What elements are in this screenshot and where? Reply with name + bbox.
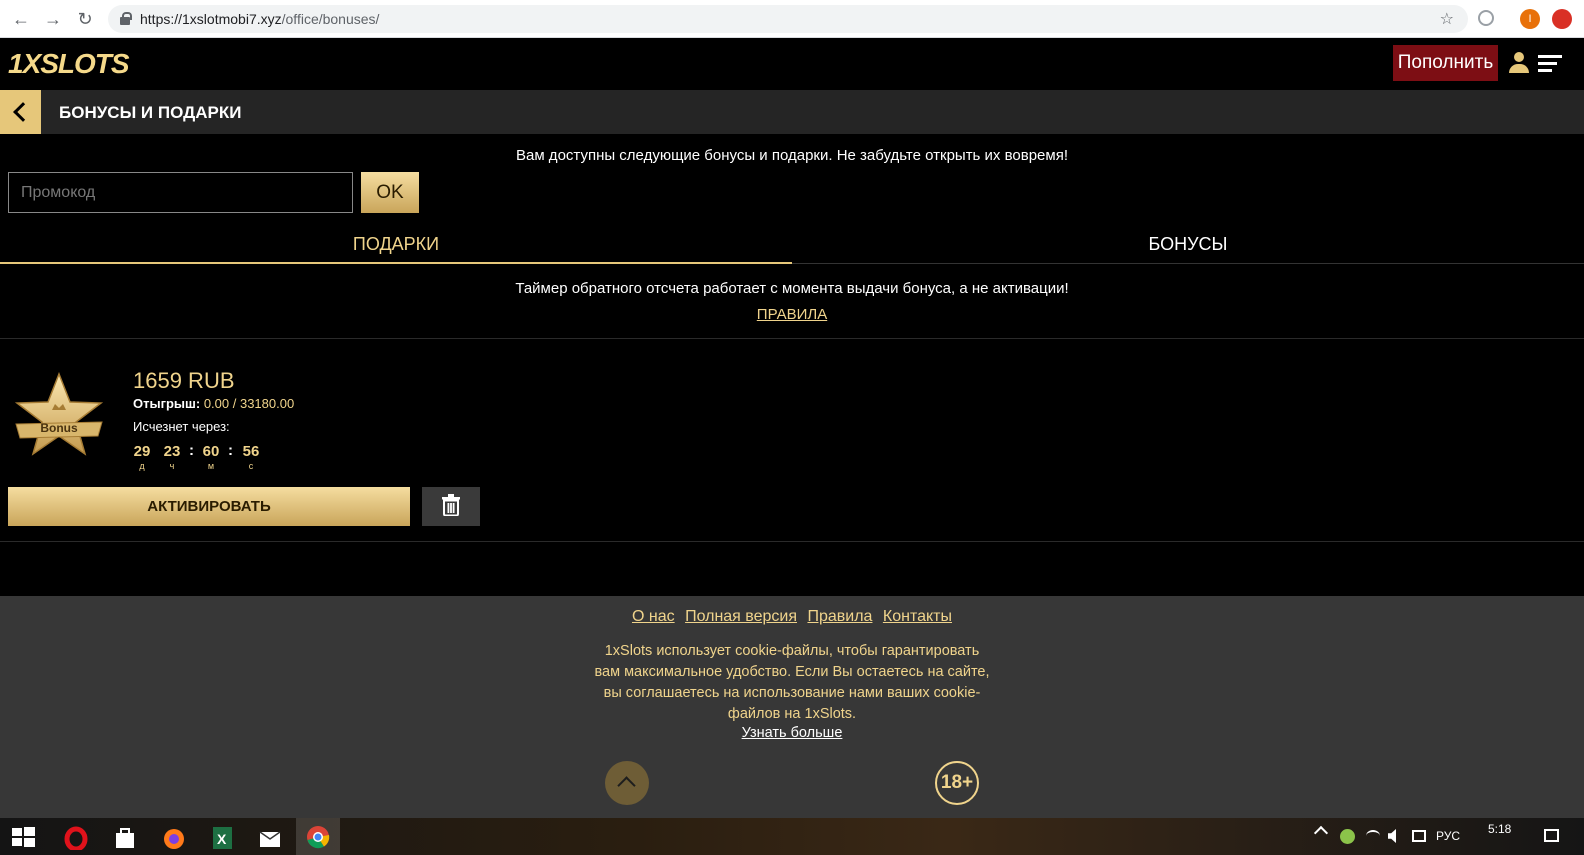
opera-icon[interactable]: [63, 824, 89, 850]
tray-expand-icon[interactable]: [1313, 825, 1329, 841]
footer-link-rules[interactable]: Правила: [807, 608, 872, 625]
site-header: 1XSLOTS Пополнить: [0, 38, 1584, 90]
user-icon[interactable]: [1508, 52, 1530, 74]
language-indicator[interactable]: РУС: [1436, 829, 1460, 843]
timer-days-unit: д: [139, 461, 145, 471]
deposit-button[interactable]: Пополнить: [1393, 45, 1498, 81]
timer-seconds: 56: [242, 443, 260, 460]
divider: [0, 338, 1584, 339]
reload-icon[interactable]: ↻: [74, 8, 96, 30]
timer-minutes-unit: м: [207, 461, 215, 471]
section-header: БОНУСЫ И ПОДАРКИ: [0, 90, 1584, 134]
tab-bonuses[interactable]: БОНУСЫ: [792, 226, 1584, 264]
tab-gifts[interactable]: ПОДАРКИ: [0, 226, 792, 264]
trash-icon: [442, 494, 460, 517]
learn-more-link-row: Узнать больше: [0, 725, 1584, 741]
keyboard-icon[interactable]: [1412, 830, 1426, 842]
tabs: ПОДАРКИ БОНУСЫ: [0, 226, 1584, 264]
back-arrow-icon[interactable]: ←: [10, 8, 32, 30]
svg-text:X: X: [217, 831, 227, 847]
learn-more-link[interactable]: Узнать больше: [742, 725, 843, 741]
store-icon[interactable]: [112, 824, 138, 850]
footer: О нас Полная версия Правила Контакты 1xS…: [0, 596, 1584, 818]
site-logo[interactable]: 1XSLOTS: [8, 48, 130, 80]
address-bar[interactable]: https://1xslotmobi7.xyz/office/bonuses/ …: [108, 5, 1468, 33]
wager-label: Отыгрыш:: [133, 396, 201, 411]
intro-text: Вам доступны следующие бонусы и подарки.…: [515, 147, 1068, 164]
scroll-up-button[interactable]: [605, 761, 649, 805]
browser-toolbar: ← → ↻ https://1xslotmobi7.xyz/office/bon…: [0, 0, 1584, 38]
firefox-icon[interactable]: [161, 824, 187, 850]
notifications-icon[interactable]: [1544, 829, 1559, 842]
bonus-star-icon: Bonus: [14, 372, 104, 456]
forward-arrow-icon[interactable]: →: [42, 8, 64, 30]
cookie-notice: 1xSlots использует cookie-файлы, чтобы г…: [594, 643, 990, 722]
timer-hours: 23: [163, 443, 181, 460]
page-title: БОНУСЫ И ПОДАРКИ: [59, 103, 242, 122]
windows-taskbar: X РУС 5:18: [0, 818, 1584, 855]
clock-time[interactable]: 5:18: [1488, 822, 1511, 836]
timer-days: 29: [133, 443, 151, 460]
timer-minutes: 60: [202, 443, 220, 460]
timer-seconds-unit: с: [248, 461, 254, 471]
bonus-badge-text: Bonus: [40, 421, 78, 435]
taskbar-active-app[interactable]: [296, 818, 340, 855]
expires-label: Исчезнет через:: [133, 419, 230, 434]
promo-ok-button[interactable]: OK: [361, 172, 419, 213]
chrome-icon: [307, 826, 330, 849]
footer-links: О нас Полная версия Правила Контакты: [0, 608, 1584, 626]
menu-icon[interactable]: [1538, 55, 1562, 73]
timer-separator: :: [189, 442, 194, 459]
rules-link: ПРАВИЛА: [0, 306, 1584, 323]
rules-link-text[interactable]: ПРАВИЛА: [757, 306, 827, 323]
volume-icon[interactable]: [1388, 829, 1396, 843]
bookmark-star-icon[interactable]: ☆: [1440, 9, 1454, 29]
windows-start-icon[interactable]: [10, 824, 36, 850]
wager-progress: Отыгрыш: 0.00 / 33180.00: [133, 396, 294, 411]
delete-button[interactable]: [422, 487, 480, 526]
bonus-amount: 1659 RUB: [133, 368, 235, 393]
footer-link-contacts[interactable]: Контакты: [883, 608, 952, 625]
activate-button[interactable]: АКТИВИРОВАТЬ: [8, 487, 410, 526]
age-restriction-badge: 18+: [935, 761, 979, 805]
globe-extension-icon[interactable]: [1478, 10, 1494, 26]
url-text: https://1xslotmobi7.xyz/office/bonuses/: [140, 11, 380, 27]
timer-hours-unit: ч: [169, 461, 175, 471]
lock-icon: [120, 12, 132, 25]
timer-notice: Таймер обратного отсчета работает с моме…: [515, 280, 1069, 297]
promo-code-input[interactable]: [8, 172, 353, 213]
divider: [0, 541, 1584, 542]
profile-avatar[interactable]: I: [1520, 9, 1540, 29]
tray-app-icon[interactable]: [1340, 829, 1355, 844]
extension-icon[interactable]: [1552, 9, 1572, 29]
mail-icon[interactable]: [257, 824, 283, 850]
footer-link-full-version[interactable]: Полная версия: [685, 608, 797, 625]
wifi-icon[interactable]: [1366, 830, 1380, 842]
timer-separator: :: [228, 442, 233, 459]
back-button[interactable]: [0, 90, 41, 134]
excel-icon[interactable]: X: [209, 824, 235, 850]
footer-link-about[interactable]: О нас: [632, 608, 675, 625]
wager-value: 0.00 / 33180.00: [203, 396, 295, 411]
